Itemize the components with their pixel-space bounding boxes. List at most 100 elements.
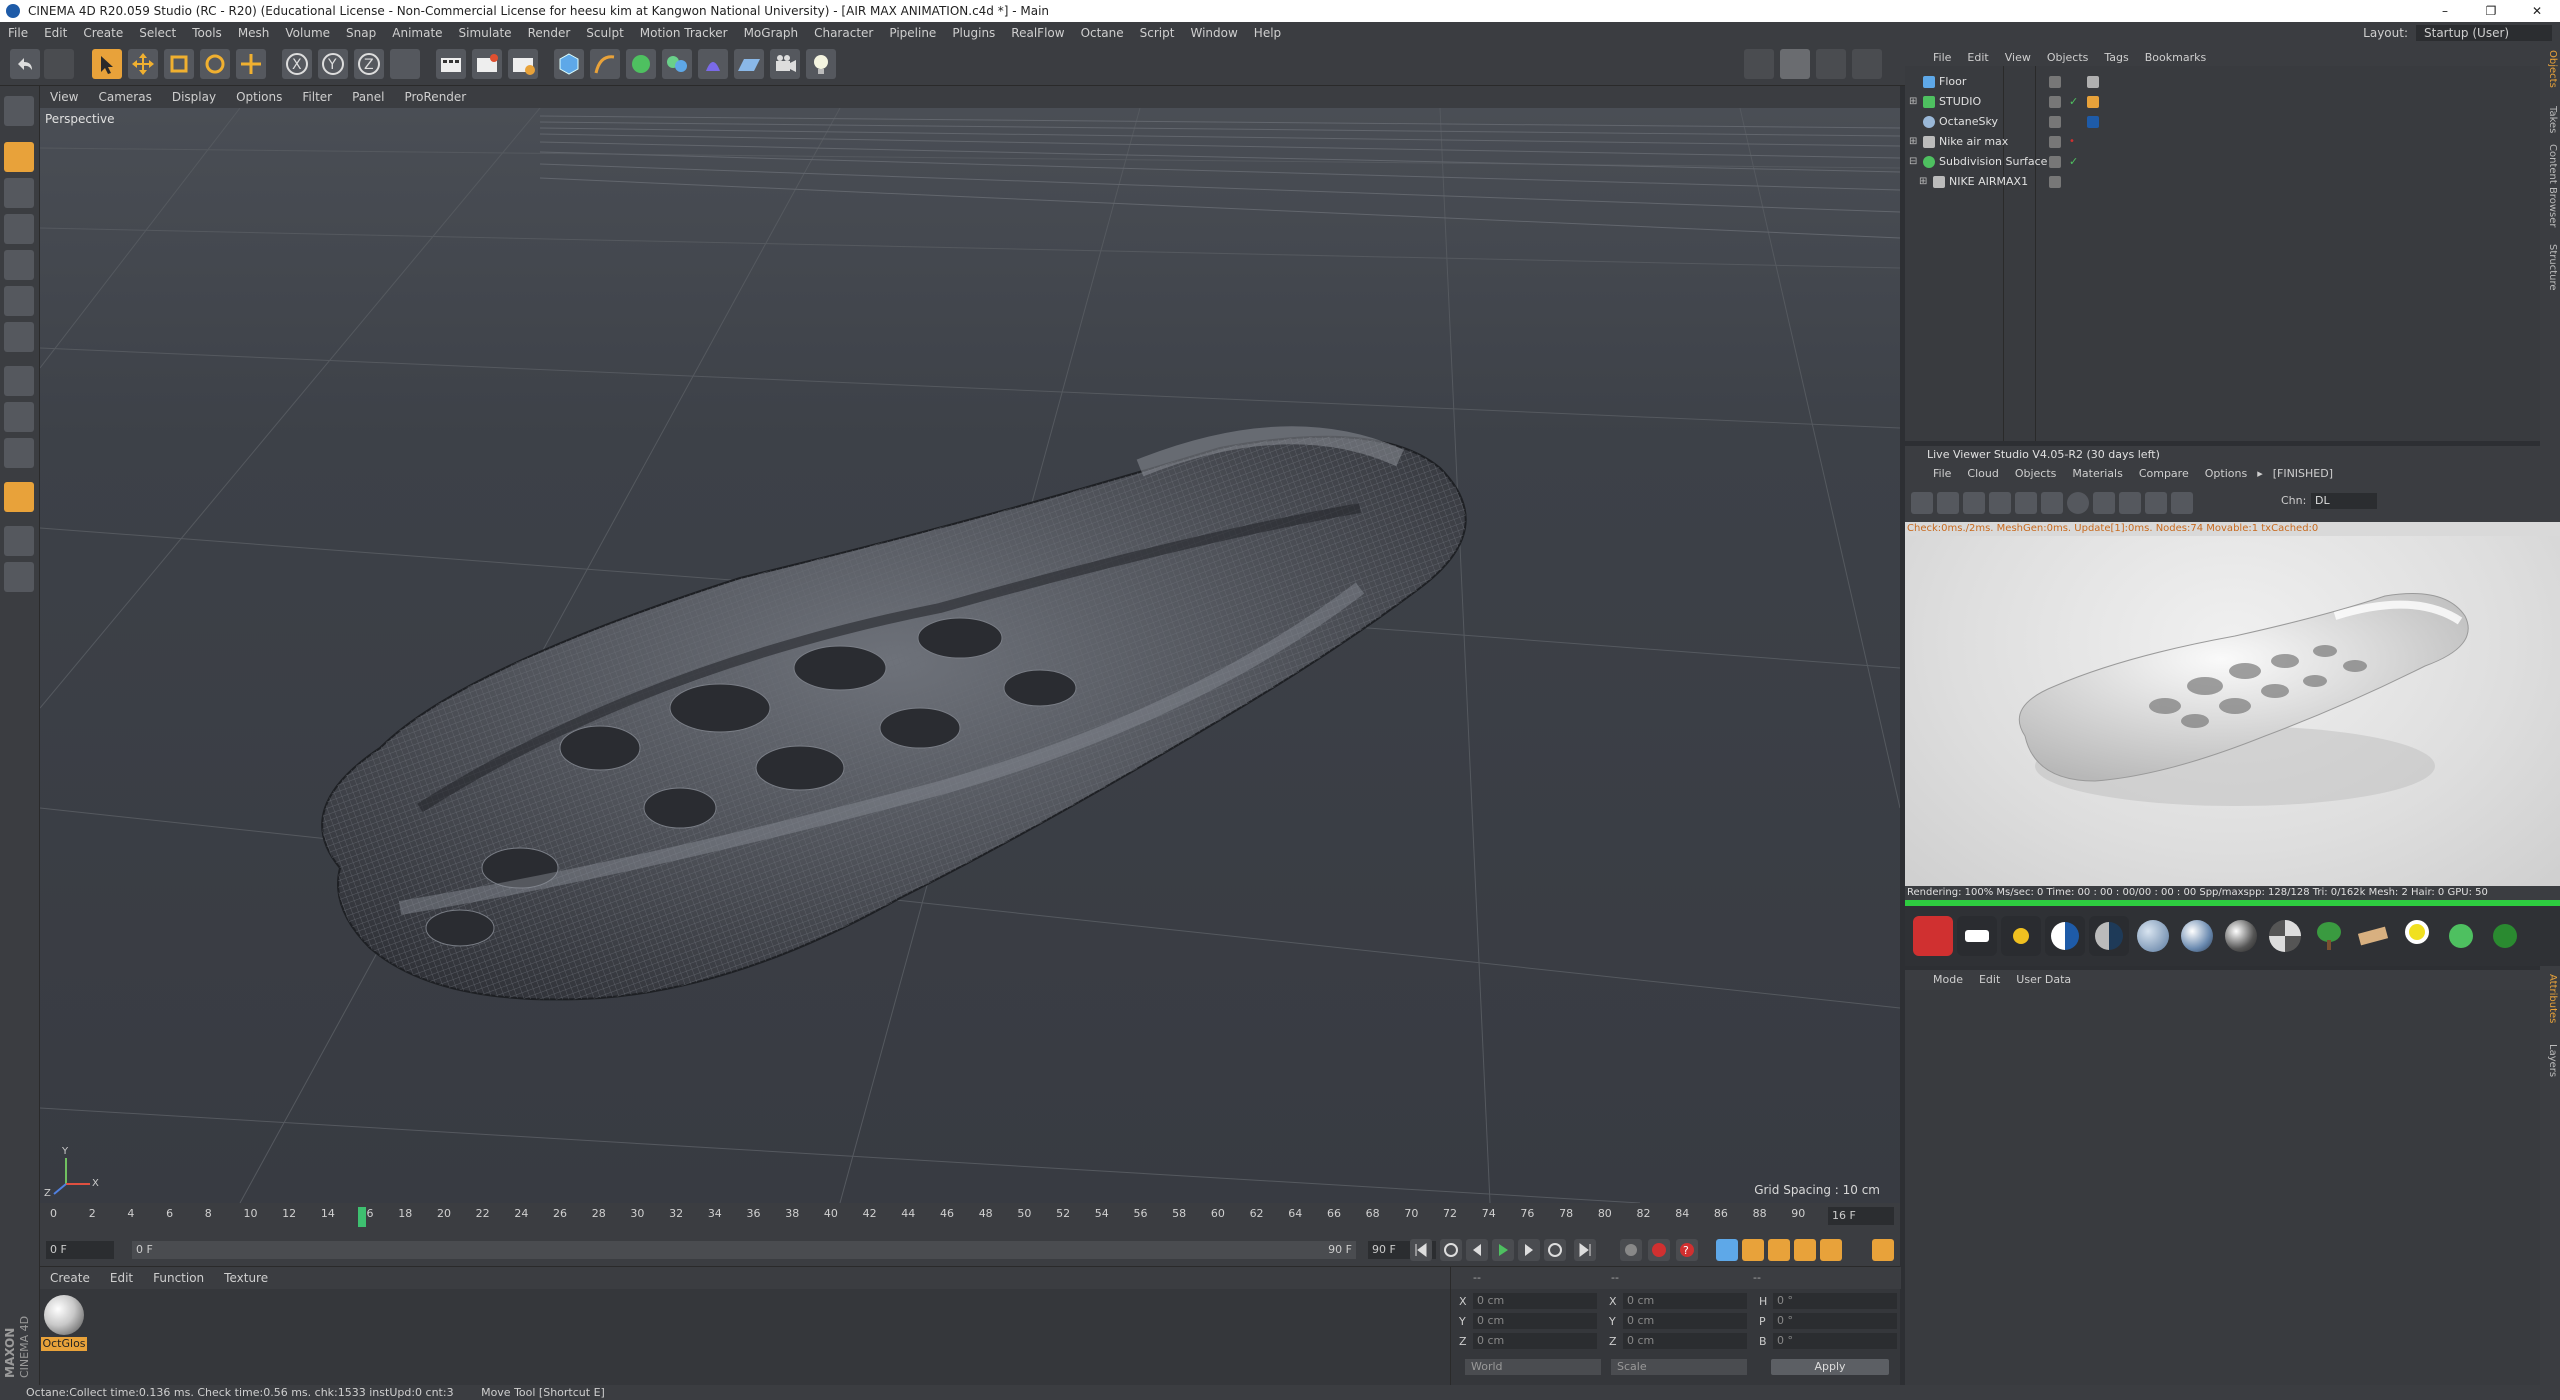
rot-h-field[interactable]: 0 ° <box>1773 1293 1897 1309</box>
viewport-menu-filter[interactable]: Filter <box>292 86 342 108</box>
subdivision-surface-icon[interactable] <box>626 49 656 79</box>
flower-scatter-icon[interactable] <box>2397 916 2437 956</box>
expand-icon[interactable]: ⊞ <box>1919 172 1927 192</box>
layout-select[interactable]: Startup (User) <box>2416 25 2552 41</box>
hdri-environment-icon[interactable] <box>2045 916 2085 956</box>
pos-y-field[interactable]: 0 cm <box>1473 1313 1597 1329</box>
minimize-button[interactable]: – <box>2422 0 2468 22</box>
octane-camera-icon[interactable] <box>1913 916 1953 956</box>
floor-scene-icon[interactable] <box>734 49 764 79</box>
om-menu-view[interactable]: View <box>1997 50 2039 66</box>
scale-mode-dropdown[interactable]: Scale <box>1611 1359 1747 1375</box>
material-menu-texture[interactable]: Texture <box>214 1267 278 1289</box>
visibility-toggle-icon[interactable] <box>2049 176 2061 188</box>
light-icon[interactable] <box>806 49 836 79</box>
pick-focus-icon[interactable] <box>2145 492 2167 514</box>
octane-environment-tag-icon[interactable] <box>2087 116 2099 128</box>
texture-environment-icon[interactable] <box>2089 916 2129 956</box>
lv-menu-options[interactable]: Options <box>2197 464 2255 484</box>
coord-system-dropdown[interactable]: World <box>1465 1359 1601 1375</box>
enabled-check-icon[interactable]: ✓ <box>2069 92 2078 112</box>
studio-tag-icon[interactable] <box>2087 96 2099 108</box>
om-menu-bookmarks[interactable]: Bookmarks <box>2137 50 2214 66</box>
workplane-mode-icon[interactable] <box>4 214 34 244</box>
disabled-x-icon[interactable]: • <box>2069 132 2075 152</box>
camera-label[interactable]: Perspective <box>45 112 115 126</box>
object-row-nike-airmax1[interactable]: ⊞ NIKE AIRMAX1 <box>1905 172 2540 192</box>
menu-motion-tracker[interactable]: Motion Tracker <box>632 22 736 44</box>
region-icon[interactable] <box>2093 492 2115 514</box>
key-rotation-icon[interactable] <box>1768 1239 1790 1261</box>
lv-menu-arrow[interactable]: ▸ <box>2255 464 2265 484</box>
material-menu-create[interactable]: Create <box>40 1267 100 1289</box>
menu-simulate[interactable]: Simulate <box>451 22 520 44</box>
previous-keyframe-icon[interactable] <box>1440 1239 1462 1261</box>
snap-icon[interactable] <box>4 482 34 512</box>
menu-mograph[interactable]: MoGraph <box>736 22 807 44</box>
menu-character[interactable]: Character <box>806 22 881 44</box>
coordinate-system-icon[interactable] <box>390 49 420 79</box>
om-menu-file[interactable]: File <box>1925 50 1959 66</box>
attr-menu-mode[interactable]: Mode <box>1925 970 1971 990</box>
select-tool-icon[interactable] <box>92 49 122 79</box>
octane-render-preview[interactable] <box>1905 536 2560 886</box>
z-axis-lock-icon[interactable]: Z <box>354 49 384 79</box>
visibility-toggle-icon[interactable] <box>2049 96 2061 108</box>
rotate-tool-icon[interactable] <box>200 49 230 79</box>
timeline-ruler[interactable]: 0 2 4 6 8 10 12 14 16 18 20 22 24 26 28 30 32 34 36 38 40 42 4… <box>40 1203 1900 1233</box>
menu-animate[interactable]: Animate <box>384 22 450 44</box>
scatter-tree-icon[interactable] <box>2309 916 2349 956</box>
menu-select[interactable]: Select <box>131 22 184 44</box>
texture-node-icon[interactable] <box>2353 916 2393 956</box>
cloner-icon[interactable] <box>662 49 692 79</box>
lv-menu-materials[interactable]: Materials <box>2064 464 2130 484</box>
menu-render[interactable]: Render <box>520 22 579 44</box>
tab-attributes[interactable]: Attributes <box>2542 974 2558 1023</box>
menu-tools[interactable]: Tools <box>184 22 230 44</box>
visibility-toggle-icon[interactable] <box>2049 156 2061 168</box>
key-position-icon[interactable] <box>1716 1239 1738 1261</box>
visibility-toggle-icon[interactable] <box>2049 116 2061 128</box>
om-menu-edit[interactable]: Edit <box>1959 50 1996 66</box>
menu-edit[interactable]: Edit <box>36 22 75 44</box>
material-menu-edit[interactable]: Edit <box>100 1267 143 1289</box>
viewport-menu-display[interactable]: Display <box>162 86 226 108</box>
points-mode-icon[interactable] <box>4 250 34 280</box>
size-y-field[interactable]: 0 cm <box>1623 1313 1747 1329</box>
lv-menu-objects[interactable]: Objects <box>2007 464 2065 484</box>
live-selection-icon[interactable] <box>236 49 266 79</box>
menu-realflow[interactable]: RealFlow <box>1003 22 1072 44</box>
menu-create[interactable]: Create <box>75 22 131 44</box>
specular-material-icon[interactable] <box>2221 916 2261 956</box>
menu-plugins[interactable]: Plugins <box>944 22 1003 44</box>
texture-mode-icon[interactable] <box>4 178 34 208</box>
axis-mode-icon[interactable] <box>4 366 34 396</box>
pause-icon[interactable] <box>1963 492 1985 514</box>
deformer-icon[interactable] <box>698 49 728 79</box>
polygons-mode-icon[interactable] <box>4 322 34 352</box>
workplane-icon[interactable] <box>1852 49 1882 79</box>
viewport-menu-cameras[interactable]: Cameras <box>88 86 161 108</box>
material-preview-swatch[interactable] <box>44 1295 84 1335</box>
undo-icon[interactable] <box>10 49 40 79</box>
send-scene-icon[interactable] <box>1911 492 1933 514</box>
x-axis-lock-icon[interactable]: X <box>282 49 312 79</box>
attr-menu-user-data[interactable]: User Data <box>2008 970 2079 990</box>
close-button[interactable]: ✕ <box>2514 0 2560 22</box>
keyframe-selection-icon[interactable]: ? <box>1676 1239 1698 1261</box>
key-scale-icon[interactable] <box>1742 1239 1764 1261</box>
object-row-octanesky[interactable]: OctaneSky <box>1905 112 2540 132</box>
cube-object-icon[interactable] <box>554 49 584 79</box>
restart-render-icon[interactable] <box>1937 492 1959 514</box>
timeline-layout-icon[interactable] <box>1872 1239 1894 1261</box>
record-active-icon[interactable] <box>1620 1239 1642 1261</box>
tab-layers[interactable]: Layers <box>2542 1044 2558 1077</box>
region-render-icon[interactable] <box>1989 492 2011 514</box>
enable-axis-icon[interactable] <box>1816 49 1846 79</box>
perspective-viewport[interactable]: Perspective Grid Spacing : 10 cm Y X Z <box>40 108 1900 1203</box>
pos-z-field[interactable]: 0 cm <box>1473 1333 1597 1349</box>
enabled-check-icon[interactable]: ✓ <box>2069 152 2078 172</box>
tweak-mode-icon[interactable] <box>4 402 34 432</box>
glossy-material-icon[interactable] <box>2177 916 2217 956</box>
pen-spline-icon[interactable] <box>590 49 620 79</box>
